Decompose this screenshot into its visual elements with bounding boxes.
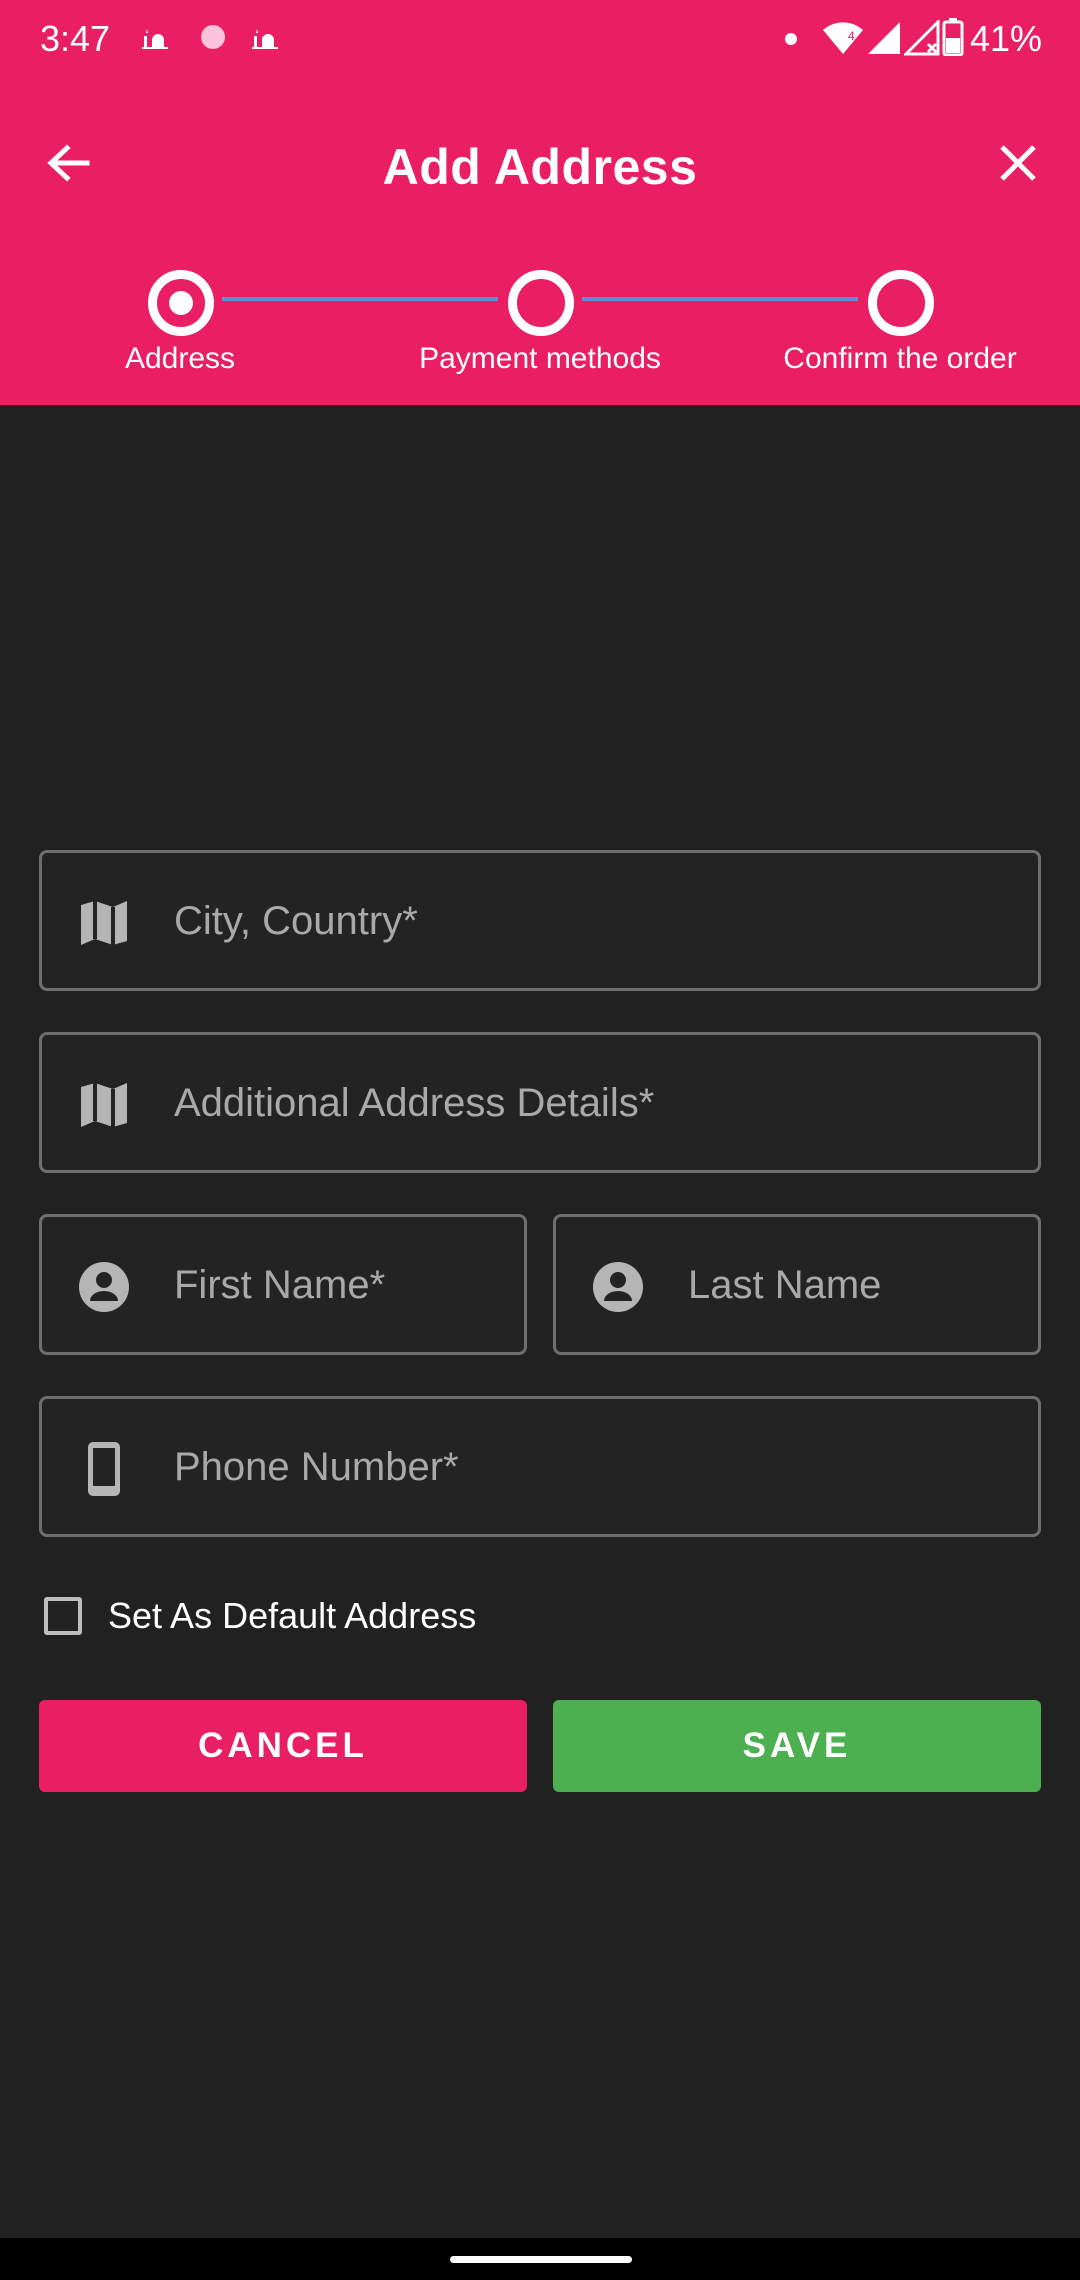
phone-number-field[interactable] [39,1396,1041,1537]
smartphone-icon [76,1442,132,1496]
account-circle-icon [76,1261,132,1313]
mosque-icon [250,22,278,50]
default-address-checkbox[interactable] [44,1597,82,1635]
wifi-icon: 4 [822,20,864,61]
navigation-bar [0,2238,1080,2280]
signal-no-data-icon [902,18,940,61]
mosque-icon [140,22,168,50]
last-name-field[interactable] [553,1214,1041,1355]
svg-text:4: 4 [848,29,855,43]
default-address-label: Set As Default Address [108,1595,477,1636]
first-name-input[interactable] [172,1217,504,1354]
app-bar: Add Address [0,100,1080,230]
close-button[interactable] [978,125,1058,205]
map-icon [76,1079,132,1131]
close-icon [998,143,1038,188]
city-country-input[interactable] [172,853,1018,990]
header: 3:47 4 41% Add Address Address Payment m… [0,0,1080,405]
dot-icon [784,32,798,51]
battery-percent: 41% [969,18,1042,59]
step-address-label: Address [124,342,236,375]
save-button[interactable]: SAVE [553,1700,1041,1792]
step-confirm-indicator[interactable] [868,270,934,336]
map-icon [76,897,132,949]
battery-icon [942,18,964,61]
home-gesture-handle[interactable] [450,2256,632,2263]
step-payment-label: Payment methods [419,342,661,375]
signal-icon [866,20,902,61]
status-time: 3:47 [40,18,111,59]
account-circle-icon [590,1261,646,1313]
step-payment-indicator[interactable] [508,270,574,336]
address-details-input[interactable] [172,1035,1018,1172]
step-confirm-label: Confirm the order [783,342,1017,375]
city-country-field[interactable] [39,850,1041,991]
step-address-indicator[interactable] [148,270,214,336]
default-address-option[interactable]: Set As Default Address [44,1586,476,1646]
address-details-field[interactable] [39,1032,1041,1173]
page-title: Add Address [382,139,698,195]
checkout-stepper: Address Payment methods Confirm the orde… [0,260,1080,400]
last-name-input[interactable] [686,1217,1018,1354]
stepper-connector [582,297,858,301]
record-dot-icon [198,22,226,50]
status-bar: 3:47 4 41% [0,0,1080,80]
stepper-connector [222,297,498,301]
phone-number-input[interactable] [172,1399,1018,1536]
cancel-button[interactable]: CANCEL [39,1700,527,1792]
first-name-field[interactable] [39,1214,527,1355]
